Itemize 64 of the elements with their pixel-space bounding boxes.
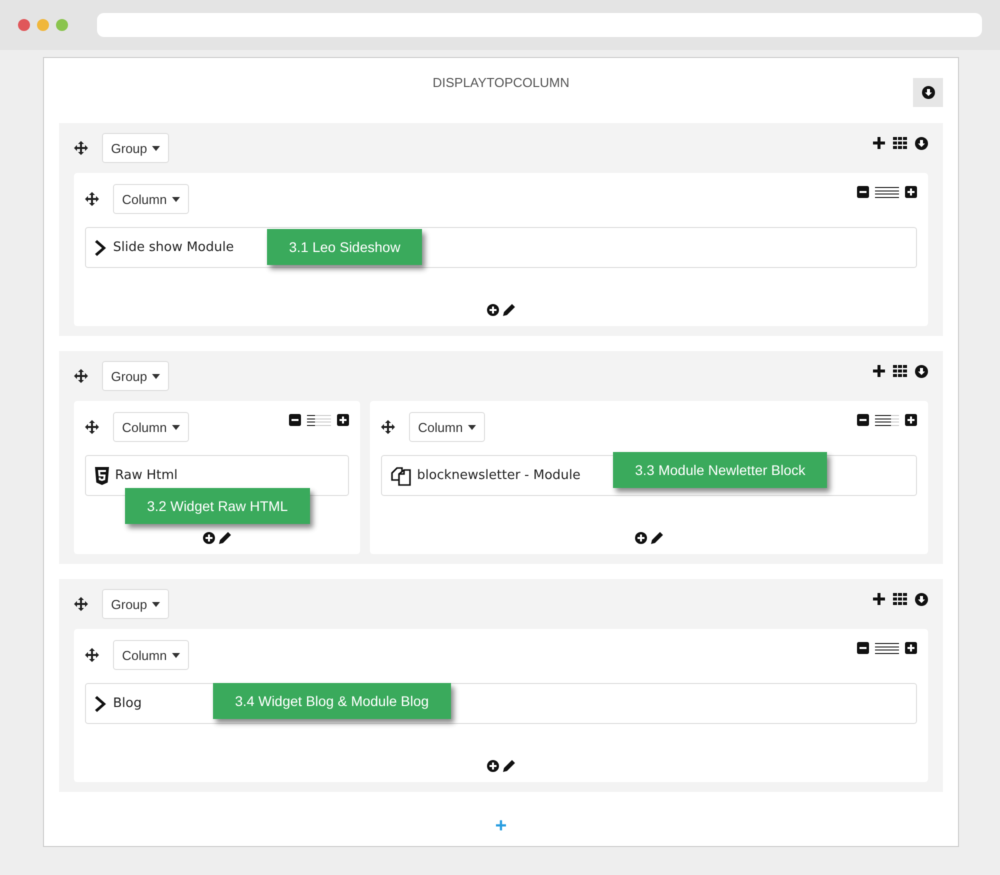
add-icon[interactable] bbox=[873, 137, 885, 149]
module-label: Slide show Module bbox=[113, 240, 234, 255]
close-dot[interactable] bbox=[18, 19, 30, 31]
add-icon[interactable] bbox=[873, 365, 885, 377]
add-icon[interactable] bbox=[873, 593, 885, 605]
minus-icon[interactable] bbox=[857, 186, 869, 198]
download-icon[interactable] bbox=[922, 86, 934, 99]
add-circle-icon[interactable] bbox=[487, 760, 499, 772]
add-circle-icon[interactable] bbox=[635, 532, 647, 544]
column-dropdown[interactable]: Column bbox=[113, 640, 189, 670]
move-icon[interactable] bbox=[381, 420, 395, 434]
move-icon[interactable] bbox=[74, 597, 88, 611]
chevron-icon bbox=[95, 238, 107, 256]
move-icon[interactable] bbox=[85, 420, 99, 434]
pencil-icon[interactable] bbox=[219, 532, 231, 544]
caret-icon bbox=[152, 602, 160, 606]
group-dropdown[interactable]: Group bbox=[102, 133, 170, 163]
pencil-icon[interactable] bbox=[503, 304, 515, 316]
column-dropdown[interactable]: Column bbox=[409, 412, 485, 442]
html5-icon bbox=[95, 466, 109, 484]
download-icon[interactable] bbox=[915, 593, 928, 606]
caret-icon bbox=[172, 652, 180, 658]
caret-icon bbox=[152, 374, 160, 378]
caret-icon bbox=[468, 424, 476, 430]
callout-label: 3.2 Widget Raw HTML bbox=[125, 488, 310, 524]
grid-icon[interactable] bbox=[893, 593, 907, 605]
download-button[interactable] bbox=[913, 78, 943, 107]
pencil-icon[interactable] bbox=[503, 760, 515, 772]
move-icon[interactable] bbox=[74, 141, 88, 155]
module-label: Raw Html bbox=[115, 468, 178, 483]
move-icon[interactable] bbox=[85, 192, 99, 206]
add-circle-icon[interactable] bbox=[487, 304, 499, 316]
minus-icon[interactable] bbox=[857, 414, 869, 426]
maximize-dot[interactable] bbox=[56, 19, 68, 31]
column-dropdown[interactable]: Column bbox=[113, 184, 189, 214]
download-icon[interactable] bbox=[915, 137, 928, 150]
plus-icon[interactable] bbox=[337, 414, 349, 426]
module-label: Blog bbox=[113, 696, 142, 711]
grid-icon[interactable] bbox=[893, 365, 907, 377]
move-icon[interactable] bbox=[85, 648, 99, 662]
module-label: blocknewsletter - Module bbox=[417, 468, 581, 483]
minus-icon[interactable] bbox=[289, 414, 301, 426]
grid-icon[interactable] bbox=[893, 137, 907, 149]
group-dropdown[interactable]: Group bbox=[102, 589, 170, 619]
add-circle-icon[interactable] bbox=[203, 532, 215, 544]
group-dropdown[interactable]: Group bbox=[102, 361, 170, 391]
callout-label: 3.3 Module Newletter Block bbox=[613, 452, 828, 488]
plus-icon[interactable] bbox=[905, 642, 917, 654]
column-dropdown[interactable]: Column bbox=[113, 412, 189, 442]
copy-icon bbox=[391, 466, 411, 486]
minus-icon[interactable] bbox=[857, 642, 869, 654]
caret-icon bbox=[172, 424, 180, 430]
plus-icon[interactable] bbox=[905, 414, 917, 426]
chevron-icon bbox=[95, 694, 107, 712]
download-icon[interactable] bbox=[915, 365, 928, 378]
move-icon[interactable] bbox=[74, 369, 88, 383]
plus-icon[interactable] bbox=[905, 186, 917, 198]
minimize-dot[interactable] bbox=[37, 19, 49, 31]
callout-label: 3.4 Widget Blog & Module Blog bbox=[213, 683, 451, 719]
callout-label: 3.1 Leo Sideshow bbox=[267, 229, 422, 265]
caret-icon bbox=[172, 196, 180, 202]
pencil-icon[interactable] bbox=[651, 532, 663, 544]
caret-icon bbox=[152, 146, 160, 150]
section-title: DISPLAYTOPCOLUMN bbox=[432, 75, 570, 90]
